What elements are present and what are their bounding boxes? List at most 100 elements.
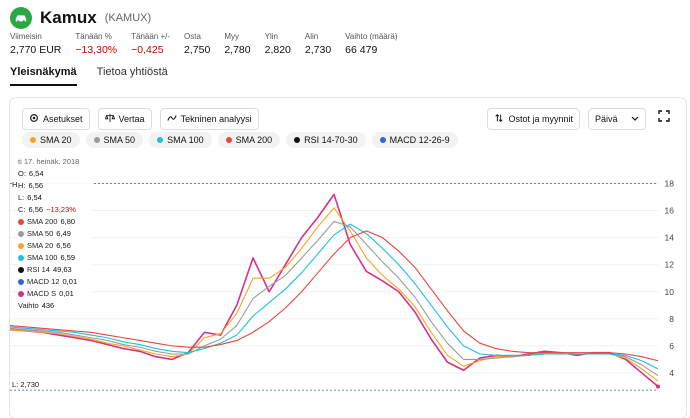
tooltip-key: SMA 50 — [27, 229, 54, 238]
stat-value: 2,820 — [264, 44, 291, 56]
tooltip-value: 6,59 — [60, 253, 76, 262]
tooltip-value: 49,63 — [52, 265, 72, 274]
tab-bar: Yleisnäkymä Tietoa yhtiöstä — [10, 66, 168, 86]
stat-item: Tänään +/- −0,425 — [131, 32, 170, 56]
tooltip-key: Vaihto — [18, 301, 39, 310]
indicator-label: RSI 14-70-30 — [304, 135, 358, 145]
series-line-close — [10, 193, 659, 388]
stat-label: Viimeisin — [10, 32, 42, 41]
tooltip-change: −13,23% — [46, 205, 76, 214]
y-tick-label: 8 — [669, 314, 674, 324]
tooltip-row: MACD 12 0,01 — [18, 276, 92, 288]
y-tick-label: 6 — [669, 341, 674, 351]
series-line-sma-100 — [10, 223, 659, 370]
stat-value: 2,770 EUR — [10, 44, 62, 56]
chart-toolbar-right: Ostot ja myynnit Päivä — [487, 108, 674, 130]
gear-icon — [29, 113, 39, 125]
trades-button[interactable]: Ostot ja myynnit — [487, 108, 580, 130]
tooltip-date: ti 17. heinäk. 2018 — [18, 157, 80, 166]
tooltip-key: RSI 14 — [27, 265, 50, 274]
stat-item: Vaihto (määrä) 66 479 — [345, 32, 397, 56]
tooltip-key: MACD 12 — [27, 277, 60, 286]
indicator-label: SMA 20 — [40, 135, 72, 145]
technical-analysis-button[interactable]: Tekninen analyysi — [159, 108, 259, 130]
compare-button[interactable]: Vertaa — [97, 108, 152, 130]
stat-label: Tänään % — [75, 32, 112, 41]
series-dot-icon — [18, 291, 24, 297]
stat-item: Tänään % −13,30% — [75, 32, 117, 56]
indicator-chip[interactable]: SMA 50 — [85, 132, 144, 148]
tooltip-key: O: — [18, 169, 26, 178]
chevron-down-icon — [631, 114, 639, 124]
series-line-sma-200 — [10, 230, 659, 362]
price-chart[interactable]: 4 6 8 10 12 14 16 18 H L: 2,730 ti 17. heinäk. … — [10, 150, 686, 410]
indicator-chip[interactable]: SMA 200 — [217, 132, 281, 148]
series-dot-icon — [18, 231, 24, 237]
stat-value: −13,30% — [75, 44, 118, 56]
indicator-chip[interactable]: MACD 12-26-9 — [371, 132, 458, 148]
stat-value: 2,780 — [224, 44, 251, 56]
fullscreen-icon — [658, 109, 670, 127]
tooltip-value: 0,01 — [62, 277, 78, 286]
swap-arrows-icon — [494, 113, 504, 125]
stat-label: Osta — [184, 32, 201, 41]
tooltip-row: SMA 50 6,49 — [18, 228, 92, 240]
tooltip-value: 6,54 — [27, 193, 42, 202]
fullscreen-button[interactable] — [654, 108, 674, 128]
indicator-color-dot-icon — [30, 137, 36, 143]
stat-label: Ylin — [264, 32, 278, 41]
indicator-legend: SMA 20 SMA 50 SMA 100 SMA 200 RSI 14-70-30 MA… — [22, 132, 458, 148]
tooltip-row: H: 6,56 — [18, 180, 92, 192]
tooltip-value: 436 — [41, 301, 55, 310]
chart-toolbar: Asetukset Vertaa Tekninen analyysi — [22, 108, 259, 130]
series-dot-icon — [18, 279, 24, 285]
tooltip-key: SMA 200 — [27, 217, 58, 226]
indicator-label: SMA 200 — [235, 135, 273, 145]
stat-value: 66 479 — [345, 44, 378, 56]
stat-item: Viimeisin 2,770 EUR — [10, 32, 61, 56]
trend-line-icon — [166, 113, 177, 125]
ticker-symbol: (KAMUX) — [104, 12, 152, 24]
series-dot-icon — [18, 219, 24, 225]
chart-card: Asetukset Vertaa Tekninen analyysi Ostot… — [10, 98, 686, 418]
settings-button[interactable]: Asetukset — [22, 108, 90, 130]
y-tick-label: 12 — [665, 260, 675, 270]
tooltip-value: 6,56 — [28, 181, 44, 190]
price-chart-svg: 4 6 8 10 12 14 16 18 — [10, 179, 675, 391]
indicator-chip[interactable]: SMA 20 — [22, 132, 80, 148]
stat-value: 2,730 — [304, 44, 332, 56]
period-value: Päivä — [595, 114, 618, 124]
last-price-point — [656, 384, 660, 389]
series-line-sma-20 — [10, 207, 659, 382]
tooltip-value: 6,80 — [60, 217, 76, 226]
indicator-chip[interactable]: RSI 14-70-30 — [286, 132, 366, 148]
tooltip-value: 6,56 — [28, 205, 44, 214]
indicator-color-dot-icon — [294, 137, 301, 143]
period-select[interactable]: Päivä — [588, 108, 646, 130]
tooltip-row: L: 6,54 — [18, 192, 92, 204]
stat-item: Osta 2,750 — [184, 32, 210, 56]
stat-label: Alin — [304, 32, 319, 41]
stat-value: 2,750 — [184, 44, 211, 56]
stat-label: Myy — [224, 32, 239, 41]
indicator-label: SMA 50 — [103, 135, 136, 145]
tooltip-value: 6,56 — [56, 241, 71, 250]
low-marker: L: 2,730 — [12, 380, 40, 389]
tooltip-value: 6,49 — [56, 229, 71, 238]
scale-icon — [104, 113, 115, 125]
technical-analysis-label: Tekninen analyysi — [180, 114, 252, 124]
tab-company-info[interactable]: Tietoa yhtiöstä — [97, 66, 168, 86]
tooltip-key: C: — [18, 205, 26, 214]
tooltip-key: MACD S — [27, 289, 57, 298]
tooltip-row: SMA 20 6,56 — [18, 240, 92, 252]
stock-header: Kamux (KAMUX) — [10, 6, 151, 30]
indicator-color-dot-icon — [93, 137, 100, 143]
indicator-chip[interactable]: SMA 100 — [149, 132, 212, 148]
settings-label: Asetukset — [43, 114, 83, 124]
series-dot-icon — [18, 243, 24, 249]
high-marker: H — [12, 180, 18, 189]
tooltip-key: L: — [18, 193, 25, 202]
indicator-color-dot-icon — [157, 137, 164, 143]
tooltip-value: 6,54 — [28, 169, 44, 178]
tab-overview[interactable]: Yleisnäkymä — [10, 66, 77, 86]
